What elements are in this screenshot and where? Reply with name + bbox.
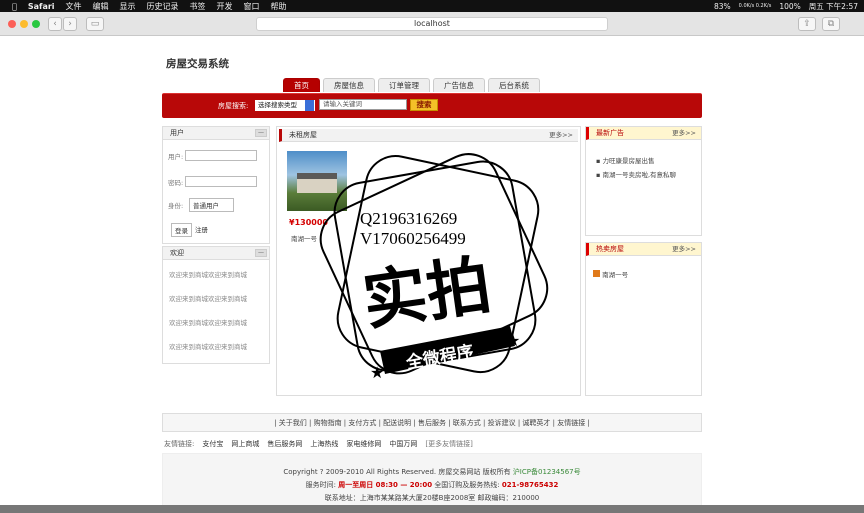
- rent-title: 未租房屋: [289, 131, 317, 139]
- password-label: 密码:: [168, 179, 184, 187]
- dock[interactable]: [0, 505, 864, 513]
- welcome-panel: 欢迎 — 欢迎来到商城欢迎来到商城 欢迎来到商城欢迎来到商城 欢迎来到商城欢迎来到…: [162, 246, 270, 364]
- star-icon: ★: [370, 363, 384, 382]
- sidebar-icon[interactable]: ▭: [86, 17, 104, 31]
- more-link[interactable]: 更多>>: [672, 243, 696, 256]
- friend-link[interactable]: [更多友情链接]: [425, 439, 472, 449]
- close-window-button[interactable]: [8, 20, 16, 28]
- menu-file[interactable]: 文件: [66, 1, 82, 12]
- star-icon: ★: [506, 331, 520, 350]
- site-title: 房屋交易系统: [166, 58, 229, 70]
- watermark-qq: Q2196316269: [360, 209, 457, 228]
- friend-link[interactable]: 家电维修网: [346, 439, 381, 449]
- ad-item[interactable]: ▪ 力旺康景房屋出售: [596, 155, 654, 165]
- welcome-title: 欢迎: [170, 249, 184, 257]
- hotline: 021-98765432: [501, 481, 559, 489]
- tabs-icon[interactable]: ⧉: [822, 17, 840, 31]
- ads-panel: 最新广告 更多>> ▪ 力旺康景房屋出售 ▪ 南湖一号卖房啦,有意私聊: [585, 126, 702, 236]
- chevron-down-icon[interactable]: [305, 100, 314, 111]
- battery-percent-2[interactable]: 100%: [779, 2, 800, 11]
- search-label: 房屋搜索:: [218, 102, 249, 110]
- user-panel: 用户 — 用户: 密码: 身份: 普通用户 登录 注册: [162, 126, 270, 244]
- friend-link[interactable]: 网上商城: [231, 439, 259, 449]
- hot-panel: 热卖房屋 更多>> 南湖一号: [585, 242, 702, 396]
- copyright: Copyright ? 2009-2010 All Rights Reserve…: [283, 468, 511, 476]
- watermark-big-text: 实拍: [359, 249, 496, 340]
- menu-develop[interactable]: 开发: [217, 1, 233, 12]
- ad-item[interactable]: ▪ 南湖一号卖房啦,有意私聊: [596, 169, 676, 179]
- hot-item-text: 南湖一号: [602, 271, 629, 279]
- friend-label: 友情链接:: [164, 440, 195, 448]
- service-hours: 周一至周日 08:30 — 20:00: [338, 481, 433, 489]
- web-page: 房屋交易系统 首页 房屋信息 订单管理 广告信息 后台系统 房屋搜索: 选择搜索…: [0, 36, 864, 513]
- battery-percent[interactable]: 83%: [714, 2, 731, 11]
- username-input[interactable]: [185, 150, 257, 161]
- browser-toolbar: ‹ › ▭ localhost ⇪ ⧉: [0, 12, 864, 36]
- address-bar[interactable]: localhost: [256, 17, 608, 31]
- hotline-label: 全国订购及服务热线:: [434, 481, 500, 489]
- ad-item-text: 南湖一号卖房啦,有意私聊: [602, 171, 677, 179]
- watermark-phone: V17060256499: [360, 229, 466, 248]
- main-tabs: 首页 房屋信息 订单管理 广告信息 后台系统: [283, 78, 540, 92]
- welcome-line: 欢迎来到商城欢迎来到商城: [169, 343, 247, 351]
- menu-window[interactable]: 窗口: [244, 1, 260, 12]
- role-label: 身份:: [168, 202, 184, 210]
- hot-title: 热卖房屋: [596, 245, 624, 253]
- footer-nav[interactable]: | 关于我们 | 购物指南 | 支付方式 | 配送说明 | 售后服务 | 联系方…: [162, 413, 702, 432]
- address: 联系地址：上海市某某路某大厦20楼B座2008室 邮政编码：210000: [324, 494, 540, 502]
- hot-item[interactable]: 南湖一号: [593, 269, 628, 279]
- more-link[interactable]: 更多>>: [549, 129, 573, 142]
- friend-link[interactable]: 售后服务网: [267, 439, 302, 449]
- collapse-icon[interactable]: —: [255, 129, 267, 137]
- apple-icon[interactable]: : [12, 2, 17, 11]
- tab-orders[interactable]: 订单管理: [378, 78, 430, 92]
- footer-info: Copyright ? 2009-2010 All Rights Reserve…: [162, 453, 702, 513]
- welcome-line: 欢迎来到商城欢迎来到商城: [169, 271, 247, 279]
- password-input[interactable]: [185, 176, 257, 187]
- watermark-stamp: Q2196316269 V17060256499 实拍 全微程序 ★ ★: [319, 153, 549, 382]
- menu-help[interactable]: 帮助: [271, 1, 287, 12]
- share-icon[interactable]: ⇪: [798, 17, 816, 31]
- menu-app[interactable]: Safari: [28, 2, 55, 11]
- tab-house-info[interactable]: 房屋信息: [323, 78, 375, 92]
- menu-view[interactable]: 显示: [120, 1, 136, 12]
- hours-label: 服务时间:: [305, 481, 336, 489]
- forward-button[interactable]: ›: [63, 17, 77, 31]
- zoom-window-button[interactable]: [32, 20, 40, 28]
- user-label: 用户:: [168, 153, 184, 161]
- search-button[interactable]: 搜索: [410, 99, 438, 111]
- friend-link[interactable]: 中国万网: [389, 439, 417, 449]
- menu-bookmarks[interactable]: 书签: [190, 1, 206, 12]
- ads-title: 最新广告: [596, 129, 624, 137]
- tab-ads[interactable]: 广告信息: [433, 78, 485, 92]
- mac-menubar:  Safari 文件 编辑 显示 历史记录 书签 开发 窗口 帮助 83% 0…: [0, 0, 864, 12]
- welcome-line: 欢迎来到商城欢迎来到商城: [169, 319, 247, 327]
- ad-item-text: 力旺康景房屋出售: [602, 157, 655, 165]
- friend-links: 友情链接: 支付宝 网上商城 售后服务网 上海热线 家电维修网 中国万网 [更多…: [164, 439, 473, 449]
- menu-edit[interactable]: 编辑: [93, 1, 109, 12]
- net-speed: 0.0K/s 0.2K/s: [738, 3, 772, 9]
- friend-link[interactable]: 支付宝: [202, 439, 223, 449]
- menu-history[interactable]: 历史记录: [147, 1, 179, 12]
- role-select[interactable]: 普通用户: [189, 198, 234, 212]
- friend-link[interactable]: 上海热线: [310, 439, 338, 449]
- clock[interactable]: 周五 下午2:57: [809, 1, 858, 12]
- tab-admin[interactable]: 后台系统: [488, 78, 540, 92]
- rss-icon: [593, 270, 600, 277]
- minimize-window-button[interactable]: [20, 20, 28, 28]
- register-link[interactable]: 注册: [195, 224, 208, 234]
- search-bar: 房屋搜索: 选择搜索类型 请输入关键词 搜索: [162, 93, 702, 118]
- collapse-icon[interactable]: —: [255, 249, 267, 257]
- tab-home[interactable]: 首页: [283, 78, 320, 92]
- welcome-line: 欢迎来到商城欢迎来到商城: [169, 295, 247, 303]
- search-input[interactable]: 请输入关键词: [319, 99, 407, 110]
- icp-link[interactable]: 沪ICP备01234567号: [513, 468, 581, 476]
- user-panel-title: 用户: [170, 129, 184, 137]
- more-link[interactable]: 更多>>: [672, 127, 696, 140]
- login-button[interactable]: 登录: [171, 223, 192, 237]
- back-button[interactable]: ‹: [48, 17, 62, 31]
